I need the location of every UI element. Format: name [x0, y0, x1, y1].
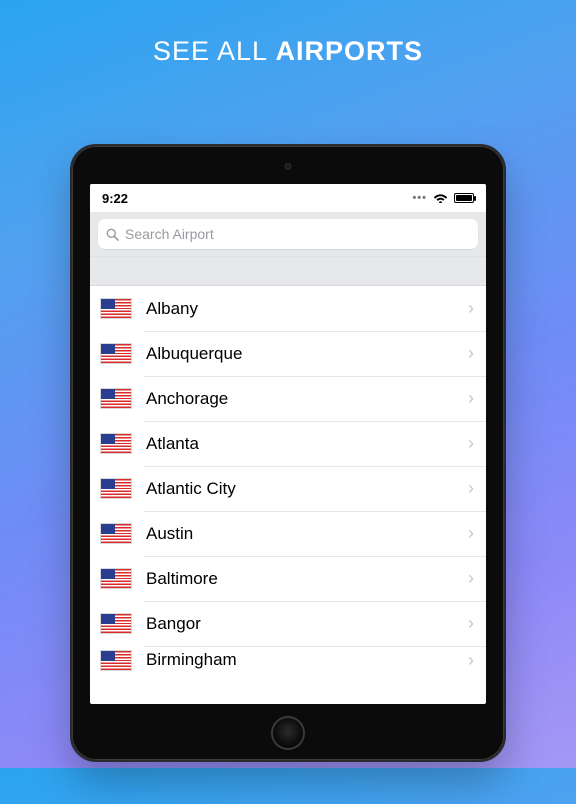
- chevron-right-icon: ›: [468, 523, 476, 544]
- flag-us-icon: [100, 343, 132, 364]
- search-field[interactable]: [98, 219, 478, 249]
- flag-us-icon: [100, 568, 132, 589]
- list-item[interactable]: Baltimore ›: [90, 556, 486, 601]
- status-time: 9:22: [102, 191, 128, 206]
- list-item-label: Albuquerque: [146, 344, 468, 364]
- airport-list[interactable]: Albany › Albuquerque › Anchorage › Atlan…: [90, 286, 486, 674]
- chevron-right-icon: ›: [468, 613, 476, 634]
- list-item-label: Atlanta: [146, 434, 468, 454]
- flag-us-icon: [100, 478, 132, 499]
- section-gap: [90, 256, 486, 286]
- flag-us-icon: [100, 433, 132, 454]
- list-item-label: Birmingham: [146, 650, 468, 670]
- list-item-label: Atlantic City: [146, 479, 468, 499]
- list-item-label: Anchorage: [146, 389, 468, 409]
- flag-us-icon: [100, 523, 132, 544]
- chevron-right-icon: ›: [468, 478, 476, 499]
- list-item[interactable]: Atlantic City ›: [90, 466, 486, 511]
- hero-emphasis: AIRPORTS: [276, 36, 424, 66]
- list-item[interactable]: Albuquerque ›: [90, 331, 486, 376]
- tablet-frame: 9:22 ••• Albany ›: [70, 144, 506, 762]
- screen: 9:22 ••• Albany ›: [90, 184, 486, 704]
- search-bar: [90, 212, 486, 256]
- list-item-label: Austin: [146, 524, 468, 544]
- hero-prefix: SEE ALL: [153, 36, 276, 66]
- chevron-right-icon: ›: [468, 568, 476, 589]
- list-item-label: Baltimore: [146, 569, 468, 589]
- status-bar: 9:22 •••: [90, 184, 486, 212]
- chevron-right-icon: ›: [468, 650, 476, 671]
- flag-us-icon: [100, 613, 132, 634]
- list-item-label: Bangor: [146, 614, 468, 634]
- list-item[interactable]: Birmingham ›: [90, 646, 486, 674]
- chevron-right-icon: ›: [468, 298, 476, 319]
- search-icon: [106, 228, 119, 241]
- home-button[interactable]: [271, 716, 305, 750]
- hero-title: SEE ALL AIRPORTS: [0, 36, 576, 67]
- list-item[interactable]: Albany ›: [90, 286, 486, 331]
- chevron-right-icon: ›: [468, 433, 476, 454]
- list-item[interactable]: Atlanta ›: [90, 421, 486, 466]
- front-camera: [285, 163, 292, 170]
- list-item[interactable]: Anchorage ›: [90, 376, 486, 421]
- flag-us-icon: [100, 298, 132, 319]
- list-item[interactable]: Austin ›: [90, 511, 486, 556]
- cellular-icon: •••: [412, 192, 427, 204]
- search-input[interactable]: [125, 226, 470, 242]
- status-right: •••: [412, 191, 474, 206]
- flag-us-icon: [100, 650, 132, 671]
- wifi-icon: [433, 191, 448, 206]
- flag-us-icon: [100, 388, 132, 409]
- list-item[interactable]: Bangor ›: [90, 601, 486, 646]
- chevron-right-icon: ›: [468, 388, 476, 409]
- chevron-right-icon: ›: [468, 343, 476, 364]
- battery-icon: [454, 193, 474, 203]
- list-item-label: Albany: [146, 299, 468, 319]
